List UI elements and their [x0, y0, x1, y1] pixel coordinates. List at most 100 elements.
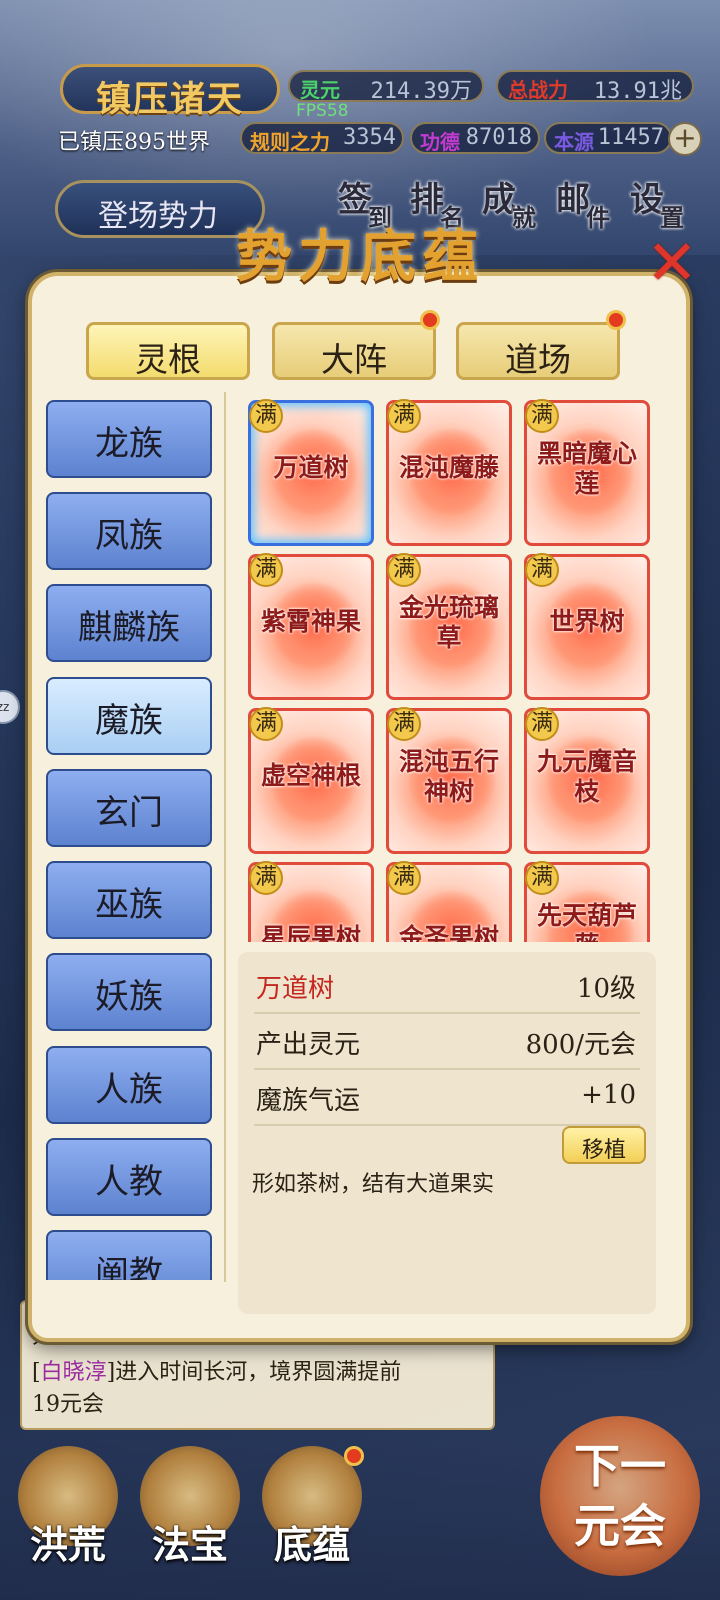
- item-name: 金光琉璃草: [398, 593, 499, 652]
- race-label: 玄门: [95, 793, 163, 833]
- item-card[interactable]: 先天葫芦藤 满: [524, 861, 650, 942]
- race-item-xuanmen[interactable]: 玄门: [46, 769, 212, 847]
- race-list[interactable]: 龙族 凤族 麒麟族 魔族 玄门 巫族 妖族 人族 人教 阐教: [44, 400, 216, 1280]
- item-name: 万道树: [273, 453, 349, 482]
- max-level-badge: 满: [387, 553, 421, 587]
- stat-rule-power-label: 规则之力: [250, 130, 330, 154]
- item-name: 先天葫芦藤: [536, 901, 637, 942]
- race-item-dragon[interactable]: 龙族: [46, 400, 212, 478]
- nav-label: 洪荒: [29, 1522, 106, 1567]
- detail-item-name: 万道树: [256, 974, 335, 1004]
- race-item-human-sect[interactable]: 人教: [46, 1138, 212, 1216]
- item-name: 混沌五行神树: [398, 747, 499, 806]
- item-card[interactable]: 九元魔音枝 满: [524, 707, 650, 854]
- race-label: 人教: [95, 1162, 163, 1202]
- item-name: 紫霄神果: [260, 607, 361, 636]
- add-resource-button[interactable]: +: [668, 122, 702, 156]
- max-level-badge: 满: [249, 553, 283, 587]
- close-icon: ✕: [646, 226, 698, 299]
- item-card[interactable]: 金圣果树 满: [386, 861, 512, 942]
- item-card[interactable]: 紫霄神果 满: [248, 553, 374, 700]
- nav-treasure[interactable]: 法宝: [130, 1440, 250, 1590]
- close-button[interactable]: ✕: [640, 226, 698, 299]
- item-card[interactable]: 世界树 满: [524, 553, 650, 700]
- stat-rule-power-value: 3354: [343, 125, 396, 150]
- item-card[interactable]: 万道树 满: [248, 399, 374, 546]
- detail-header-row: 万道树 10级: [254, 956, 640, 1014]
- max-level-badge: 满: [387, 861, 421, 895]
- item-card[interactable]: 混沌魔藤 满: [386, 399, 512, 546]
- item-name: 九元魔音枝: [536, 747, 637, 806]
- nav-honghuang[interactable]: 洪荒: [8, 1440, 128, 1590]
- stat-lingyuan: 灵元 214.39万: [288, 70, 484, 104]
- stat-origin-label: 本源: [554, 130, 594, 154]
- stat-lingyuan-label: 灵元: [300, 78, 340, 102]
- item-name: 混沌魔藤: [398, 453, 499, 482]
- tab-formation[interactable]: 大阵: [272, 322, 436, 380]
- log-line-1: [白晓淳]进入时间长河，境界圆满提前: [32, 1360, 402, 1385]
- race-label: 凤族: [95, 516, 163, 556]
- stat-rule-power: 规则之力 3354: [240, 122, 404, 154]
- dojo-notification-dot: [606, 310, 626, 330]
- max-level-badge: 满: [387, 707, 421, 741]
- item-name: 金圣果树: [398, 923, 499, 942]
- race-item-witch[interactable]: 巫族: [46, 861, 212, 939]
- detail-row-value: +10: [581, 1080, 636, 1110]
- log-line-2: 19元会: [32, 1392, 104, 1417]
- max-level-badge: 满: [525, 399, 559, 433]
- race-item-human[interactable]: 人族: [46, 1046, 212, 1124]
- race-item-phoenix[interactable]: 凤族: [46, 492, 212, 570]
- transplant-button-label: 移植: [581, 1138, 626, 1163]
- race-label: 人族: [95, 1070, 163, 1110]
- item-card[interactable]: 黑暗魔心莲 满: [524, 399, 650, 546]
- suppressed-worlds-text: 已镇压895世界: [58, 130, 210, 155]
- log-character-name[interactable]: 白晓淳: [41, 1360, 107, 1385]
- item-name: 虚空神根: [260, 761, 361, 790]
- max-level-badge: 满: [249, 399, 283, 433]
- race-item-yao[interactable]: 妖族: [46, 953, 212, 1031]
- detail-item-level: 10级: [576, 974, 636, 1004]
- heritage-notification-dot: [344, 1446, 364, 1466]
- race-label: 阐教: [95, 1254, 163, 1280]
- race-item-demon[interactable]: 魔族: [46, 677, 212, 755]
- max-level-badge: 满: [525, 553, 559, 587]
- formation-notification-dot: [420, 310, 440, 330]
- tab-dojo-label: 道场: [505, 340, 571, 379]
- transplant-button[interactable]: 移植: [562, 1126, 646, 1164]
- detail-row-output: 产出灵元 800/元会: [254, 1012, 640, 1070]
- item-card[interactable]: 金光琉璃草 满: [386, 553, 512, 700]
- spirit-root-grid: 万道树 满 混沌魔藤 满 黑暗魔心莲 满 紫霄神果 满 金光琉璃草 满 世界树 …: [246, 398, 656, 942]
- max-level-badge: 满: [249, 861, 283, 895]
- nav-label: 法宝: [151, 1522, 228, 1567]
- detail-row-label: 魔族气运: [256, 1086, 361, 1116]
- detail-row-label: 产出灵元: [256, 1030, 361, 1060]
- race-item-chan-sect[interactable]: 阐教: [46, 1230, 212, 1280]
- race-label: 巫族: [95, 885, 163, 925]
- floating-bubble[interactable]: zz: [0, 690, 20, 724]
- stat-origin: 本源 11457: [544, 122, 672, 154]
- next-era-button[interactable]: 下一 元会: [540, 1400, 700, 1590]
- max-level-badge: 满: [387, 399, 421, 433]
- item-card[interactable]: 混沌五行神树 满: [386, 707, 512, 854]
- next-era-label-2: 元会: [574, 1499, 666, 1553]
- tab-dojo[interactable]: 道场: [456, 322, 620, 380]
- item-name: 黑暗魔心莲: [536, 439, 637, 498]
- stat-merit-label: 功德: [420, 130, 460, 154]
- tab-formation-label: 大阵: [321, 340, 387, 379]
- tab-spirit-root-label: 灵根: [135, 340, 201, 379]
- world-title-plate: 镇压诸天: [60, 64, 280, 120]
- world-title: 镇压诸天: [95, 79, 244, 120]
- item-description: 形如茶树，结有大道果实: [252, 1172, 495, 1197]
- log-line-1-text: ]进入时间长河，境界圆满提前: [106, 1360, 402, 1385]
- race-label: 麒麟族: [78, 608, 180, 648]
- item-card[interactable]: 虚空神根 满: [248, 707, 374, 854]
- item-name: 世界树: [549, 607, 625, 636]
- stat-origin-value: 11457: [597, 125, 664, 150]
- nav-label: 底蕴: [273, 1522, 350, 1567]
- list-divider: [224, 392, 226, 1282]
- race-item-qilin[interactable]: 麒麟族: [46, 584, 212, 662]
- detail-row-value: 800/元会: [525, 1030, 636, 1060]
- max-level-badge: 满: [525, 861, 559, 895]
- tab-spirit-root[interactable]: 灵根: [86, 322, 250, 380]
- item-card[interactable]: 星辰果树 满: [248, 861, 374, 942]
